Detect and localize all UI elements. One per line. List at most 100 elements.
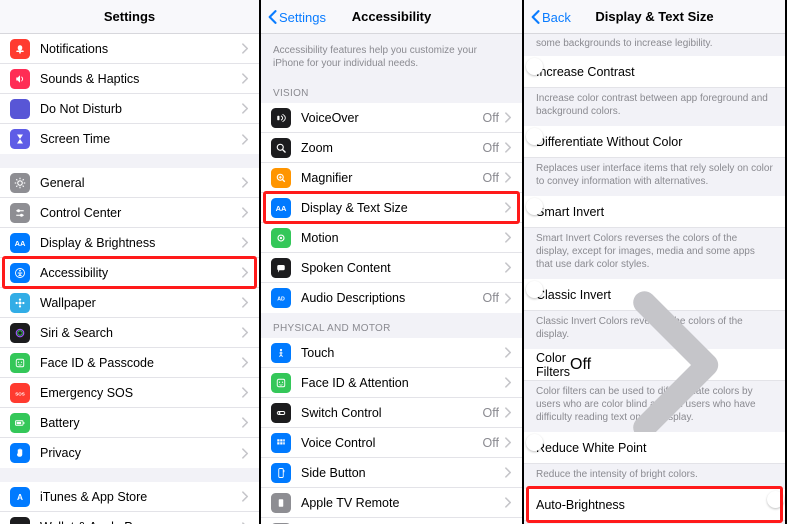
row-label: Switch Control (301, 406, 483, 420)
chevron-right-icon (242, 207, 249, 218)
row-faceid-attention[interactable]: Face ID & Attention (261, 368, 522, 398)
group-header: PHYSICAL AND MOTOR (261, 313, 522, 338)
chevron-right-icon (505, 407, 512, 418)
row-general[interactable]: General (0, 168, 259, 198)
apple-tv-remote-icon (271, 493, 291, 513)
row-faceid-passcode[interactable]: Face ID & Passcode (0, 348, 259, 378)
row-value: Off (483, 291, 499, 305)
back-button[interactable]: Back (530, 0, 571, 34)
row-sounds-haptics[interactable]: Sounds & Haptics (0, 64, 259, 94)
row-label: Touch (301, 346, 505, 360)
row-value: Off (483, 171, 499, 185)
row-hint: Smart Invert Colors reverses the colors … (524, 228, 785, 279)
do-not-disturb-icon (10, 99, 30, 119)
row-label: Side Button (301, 466, 505, 480)
display-text-size-panel: Back Display & Text Size some background… (524, 0, 785, 524)
row-increase-contrast[interactable]: Increase Contrast (524, 56, 785, 88)
battery-icon (10, 413, 30, 433)
row-accessibility[interactable]: Accessibility (0, 258, 259, 288)
row-touch[interactable]: Touch (261, 338, 522, 368)
row-motion[interactable]: Motion (261, 223, 522, 253)
row-display-brightness[interactable]: Display & Brightness (0, 228, 259, 258)
row-label: Differentiate Without Color (536, 135, 773, 149)
control-center-icon (10, 203, 30, 223)
row-label: Increase Contrast (536, 65, 773, 79)
row-label: Do Not Disturb (40, 102, 242, 116)
row-magnifier[interactable]: Magnifier Off (261, 163, 522, 193)
row-label: Siri & Search (40, 326, 242, 340)
row-itunes-appstore[interactable]: iTunes & App Store (0, 482, 259, 512)
row-label: Privacy (40, 446, 242, 460)
row-privacy[interactable]: Privacy (0, 438, 259, 468)
spoken-content-icon (271, 258, 291, 278)
row-differentiate-without-color[interactable]: Differentiate Without Color (524, 126, 785, 158)
row-apple-tv-remote[interactable]: Apple TV Remote (261, 488, 522, 518)
privacy-icon (10, 443, 30, 463)
chevron-right-icon (591, 290, 773, 440)
switch-control-icon (271, 403, 291, 423)
side-button-icon (271, 463, 291, 483)
row-audio-descriptions[interactable]: Audio Descriptions Off (261, 283, 522, 313)
row-label: Reduce White Point (536, 441, 773, 455)
chevron-right-icon (242, 73, 249, 84)
row-siri-search[interactable]: Siri & Search (0, 318, 259, 348)
row-reduce-white-point[interactable]: Reduce White Point (524, 432, 785, 464)
row-smart-invert[interactable]: Smart Invert (524, 196, 785, 228)
row-value: Off (483, 111, 499, 125)
row-display-text-size[interactable]: Display & Text Size (261, 193, 522, 223)
row-keyboards[interactable]: Keyboards (261, 518, 522, 524)
chevron-right-icon (505, 293, 512, 304)
chevron-right-icon (242, 134, 249, 145)
sounds-haptics-icon (10, 69, 30, 89)
chevron-right-icon (242, 237, 249, 248)
screen-time-icon (10, 129, 30, 149)
row-wallet-applepay[interactable]: Wallet & Apple Pay (0, 512, 259, 524)
voiceover-icon (271, 108, 291, 128)
faceid-attention-icon (271, 373, 291, 393)
row-control-center[interactable]: Control Center (0, 198, 259, 228)
accessibility-group: VoiceOver Off Zoom Off Magnifier Off Dis… (261, 103, 522, 313)
row-label: Control Center (40, 206, 242, 220)
accessibility-group: Touch Face ID & Attention Switch Control… (261, 338, 522, 524)
row-emergency-sos[interactable]: Emergency SOS (0, 378, 259, 408)
chevron-right-icon (242, 448, 249, 459)
chevron-right-icon (505, 467, 512, 478)
row-wallpaper[interactable]: Wallpaper (0, 288, 259, 318)
zoom-icon (271, 138, 291, 158)
row-switch-control[interactable]: Switch Control Off (261, 398, 522, 428)
row-value: Off (483, 406, 499, 420)
chevron-right-icon (242, 387, 249, 398)
row-notifications[interactable]: Notifications (0, 34, 259, 64)
row-label: Wallet & Apple Pay (40, 520, 242, 524)
row-do-not-disturb[interactable]: Do Not Disturb (0, 94, 259, 124)
row-voice-control[interactable]: Voice Control Off (261, 428, 522, 458)
display-text-size-icon (271, 198, 291, 218)
row-label: Voice Control (301, 436, 483, 450)
chevron-right-icon (242, 103, 249, 114)
settings-group: iTunes & App Store Wallet & Apple Pay (0, 482, 259, 524)
row-value: Off (483, 436, 499, 450)
accessibility-panel: Settings Accessibility Accessibility fea… (261, 0, 524, 524)
chevron-right-icon (505, 377, 512, 388)
row-label: Motion (301, 231, 505, 245)
row-label: Smart Invert (536, 205, 773, 219)
row-hint: Replaces user interface items that rely … (524, 158, 785, 196)
chevron-right-icon (505, 112, 512, 123)
motion-icon (271, 228, 291, 248)
row-zoom[interactable]: Zoom Off (261, 133, 522, 163)
row-auto-brightness[interactable]: Auto-Brightness (524, 489, 785, 521)
row-value: Off (570, 356, 591, 374)
wallpaper-icon (10, 293, 30, 313)
row-label: Emergency SOS (40, 386, 242, 400)
row-spoken-content[interactable]: Spoken Content (261, 253, 522, 283)
row-label: Apple TV Remote (301, 496, 505, 510)
row-screen-time[interactable]: Screen Time (0, 124, 259, 154)
row-side-button[interactable]: Side Button (261, 458, 522, 488)
header: Settings Accessibility (261, 0, 522, 34)
row-label: Sounds & Haptics (40, 72, 242, 86)
header: Back Display & Text Size (524, 0, 785, 34)
back-button[interactable]: Settings (267, 0, 326, 34)
row-voiceover[interactable]: VoiceOver Off (261, 103, 522, 133)
row-color-filters[interactable]: Color Filters Off (524, 349, 785, 381)
row-battery[interactable]: Battery (0, 408, 259, 438)
